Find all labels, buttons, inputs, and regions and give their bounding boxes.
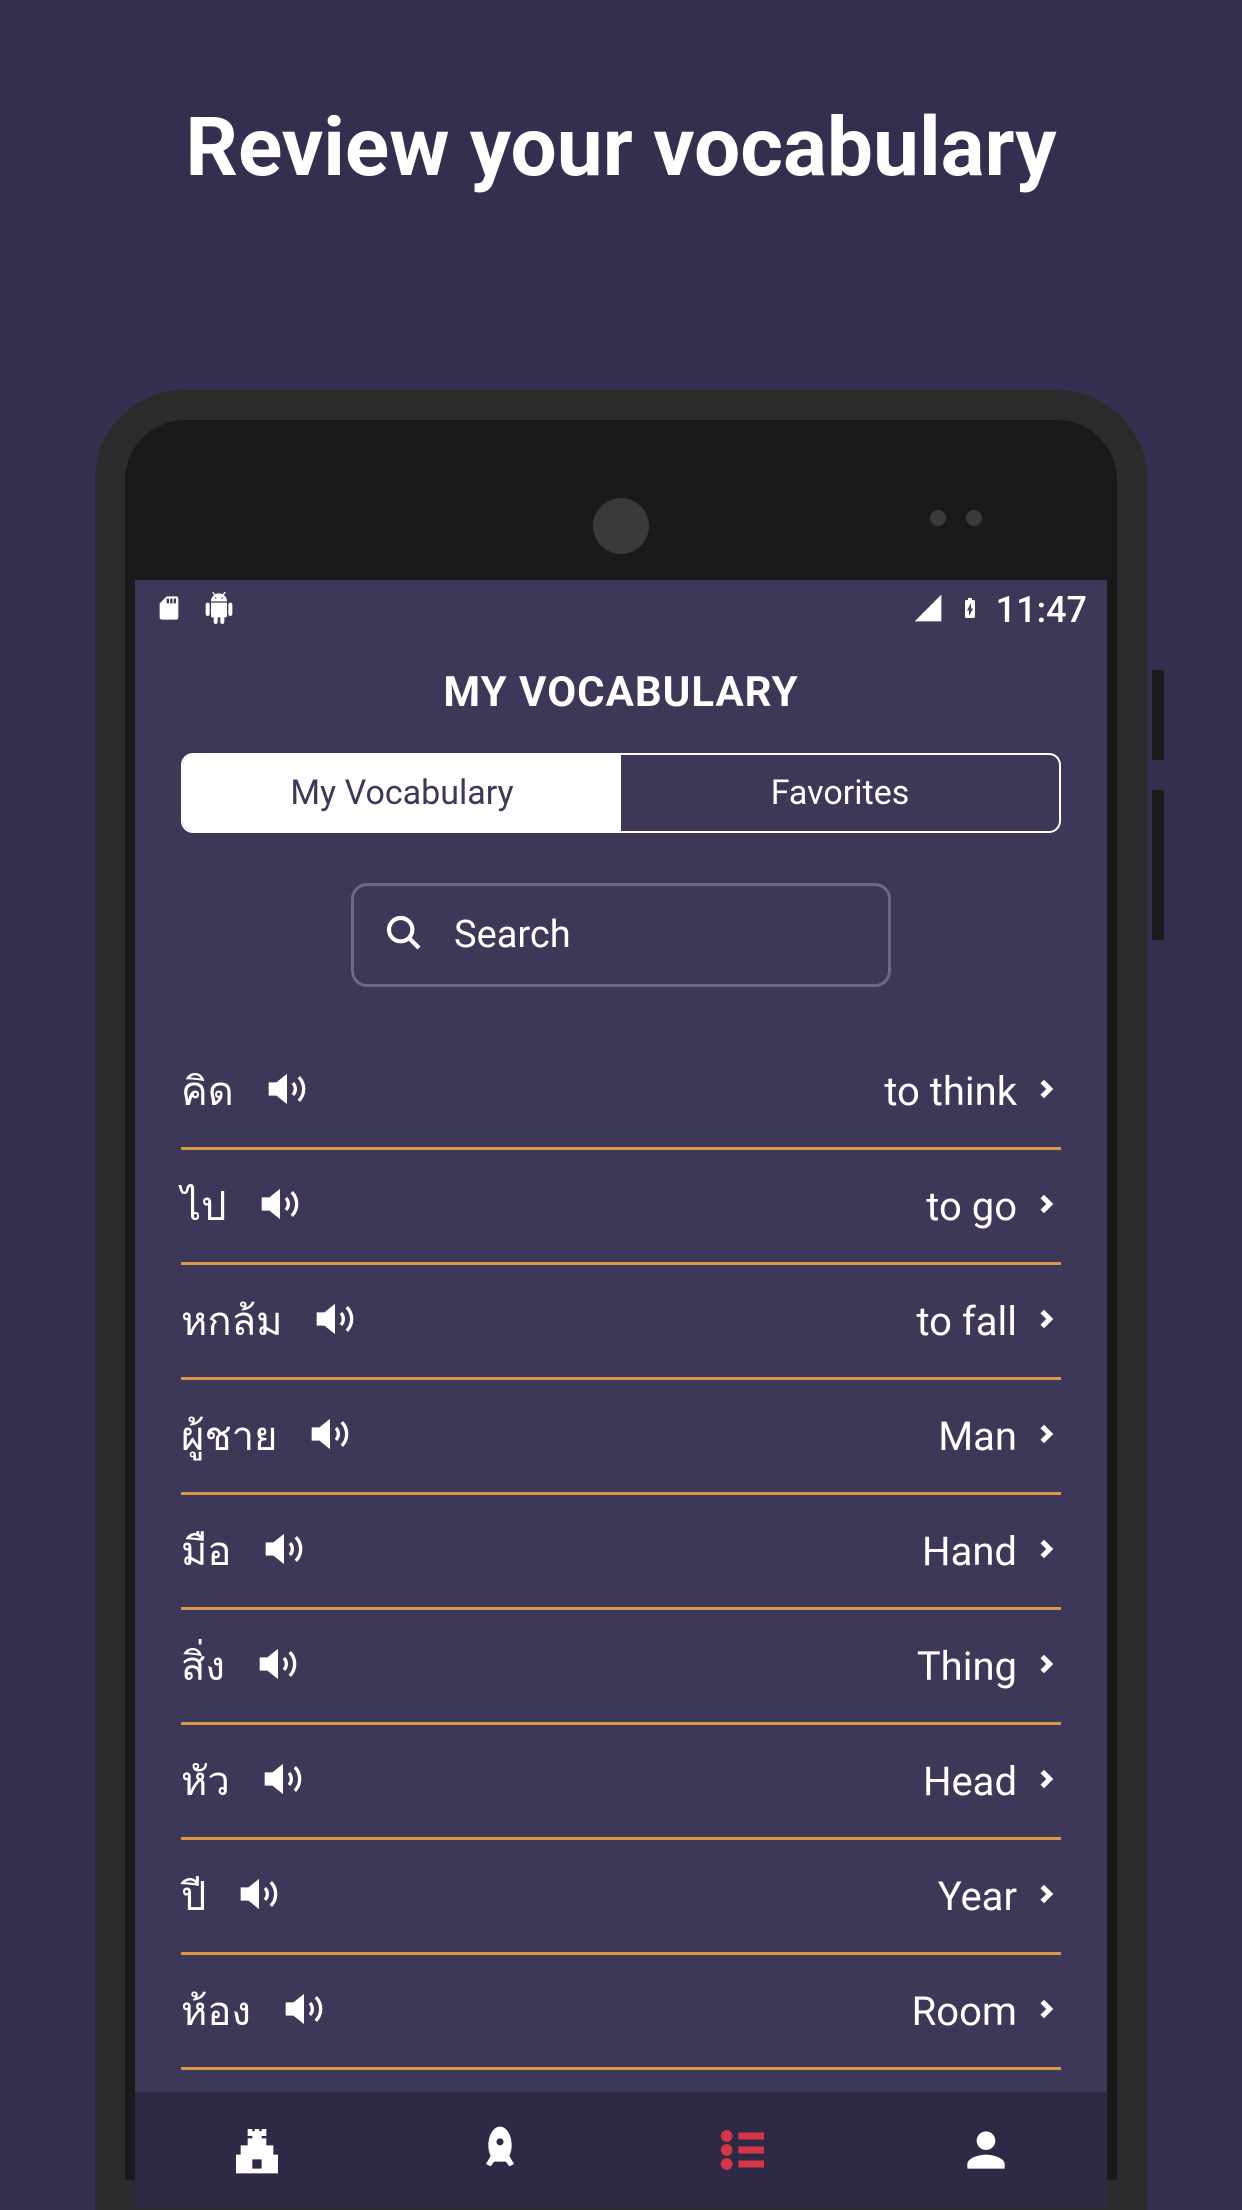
chevron-right-icon bbox=[1031, 1304, 1061, 1338]
chevron-right-icon bbox=[1031, 1534, 1061, 1568]
chevron-right-icon bbox=[1031, 1879, 1061, 1913]
vocab-target: Hand bbox=[922, 1528, 1017, 1575]
bottom-nav bbox=[135, 2092, 1107, 2208]
speaker-icon[interactable] bbox=[232, 1874, 286, 1918]
status-bar: 11:47 bbox=[135, 580, 1107, 640]
sd-card-icon bbox=[155, 591, 183, 629]
speaker-icon[interactable] bbox=[251, 1644, 305, 1688]
chevron-right-icon bbox=[1031, 1419, 1061, 1453]
speaker-icon[interactable] bbox=[257, 1529, 311, 1573]
speaker-icon[interactable] bbox=[277, 1989, 331, 2033]
phone-side-button-2 bbox=[1152, 790, 1164, 940]
search-placeholder: Search bbox=[454, 913, 571, 957]
vocab-source: ปี bbox=[181, 1864, 206, 1928]
vocab-target: to think bbox=[884, 1068, 1017, 1115]
nav-profile[interactable] bbox=[956, 2120, 1016, 2180]
vocab-item[interactable]: หัว Head bbox=[181, 1725, 1061, 1840]
vocab-item[interactable]: คิด to think bbox=[181, 1035, 1061, 1150]
status-time: 11:47 bbox=[996, 589, 1087, 631]
tab-my-vocabulary[interactable]: My Vocabulary bbox=[183, 755, 621, 831]
nav-castle[interactable] bbox=[227, 2120, 287, 2180]
android-icon bbox=[203, 592, 235, 628]
vocab-item[interactable]: ปี Year bbox=[181, 1840, 1061, 1955]
vocab-source: ห้อง bbox=[181, 1979, 251, 2043]
vocab-target: to fall bbox=[916, 1298, 1017, 1345]
screen: 11:47 MY VOCABULARY My Vocabulary Favori… bbox=[135, 580, 1107, 2208]
chevron-right-icon bbox=[1031, 1649, 1061, 1683]
phone-speaker bbox=[593, 498, 649, 554]
speaker-icon[interactable] bbox=[308, 1299, 362, 1343]
tab-favorites[interactable]: Favorites bbox=[621, 755, 1059, 831]
vocab-source: คิด bbox=[181, 1059, 234, 1123]
signal-icon bbox=[912, 592, 944, 628]
vocab-target: Year bbox=[938, 1873, 1017, 1920]
vocab-item[interactable]: ผู้ชาย Man bbox=[181, 1380, 1061, 1495]
search-icon bbox=[384, 913, 424, 957]
phone-sensor-dots bbox=[930, 510, 982, 526]
speaker-icon[interactable] bbox=[256, 1759, 310, 1803]
vocab-target: Thing bbox=[917, 1643, 1017, 1690]
chevron-right-icon bbox=[1031, 1189, 1061, 1223]
vocab-source: หกล้ม bbox=[181, 1289, 282, 1353]
promo-title: Review your vocabulary bbox=[0, 0, 1242, 196]
phone-side-button-1 bbox=[1152, 670, 1164, 760]
vocabulary-list: คิด to think ไป to go หกล้ม to fall ผู้ชาย Man ม… bbox=[135, 1035, 1107, 2092]
chevron-right-icon bbox=[1031, 1994, 1061, 2028]
vocab-target: Head bbox=[923, 1758, 1017, 1805]
nav-list[interactable] bbox=[713, 2120, 773, 2180]
vocab-item[interactable]: มือ Hand bbox=[181, 1495, 1061, 1610]
vocab-item[interactable]: หกล้ม to fall bbox=[181, 1265, 1061, 1380]
vocab-source: หัว bbox=[181, 1749, 230, 1813]
speaker-icon[interactable] bbox=[260, 1069, 314, 1113]
vocab-item[interactable]: ไป to go bbox=[181, 1150, 1061, 1265]
search-input[interactable]: Search bbox=[351, 883, 891, 987]
nav-rocket[interactable] bbox=[470, 2120, 530, 2180]
speaker-icon[interactable] bbox=[303, 1414, 357, 1458]
vocab-source: ผู้ชาย bbox=[181, 1404, 277, 1468]
vocab-source: สิ่ง bbox=[181, 1634, 225, 1698]
vocab-target: to go bbox=[926, 1183, 1017, 1230]
vocab-source: ไป bbox=[181, 1174, 227, 1238]
vocab-source: มือ bbox=[181, 1519, 231, 1583]
battery-charging-icon bbox=[958, 590, 982, 630]
vocab-target: Room bbox=[912, 1988, 1017, 2035]
page-title: MY VOCABULARY bbox=[135, 640, 1107, 753]
phone-camera-dot bbox=[258, 506, 282, 530]
chevron-right-icon bbox=[1031, 1074, 1061, 1108]
vocab-item[interactable]: ห้อง Room bbox=[181, 1955, 1061, 2070]
vocab-target: Man bbox=[938, 1413, 1017, 1460]
vocab-item[interactable]: สิ่ง Thing bbox=[181, 1610, 1061, 1725]
tab-container: My Vocabulary Favorites bbox=[181, 753, 1061, 833]
chevron-right-icon bbox=[1031, 1764, 1061, 1798]
speaker-icon[interactable] bbox=[253, 1184, 307, 1228]
